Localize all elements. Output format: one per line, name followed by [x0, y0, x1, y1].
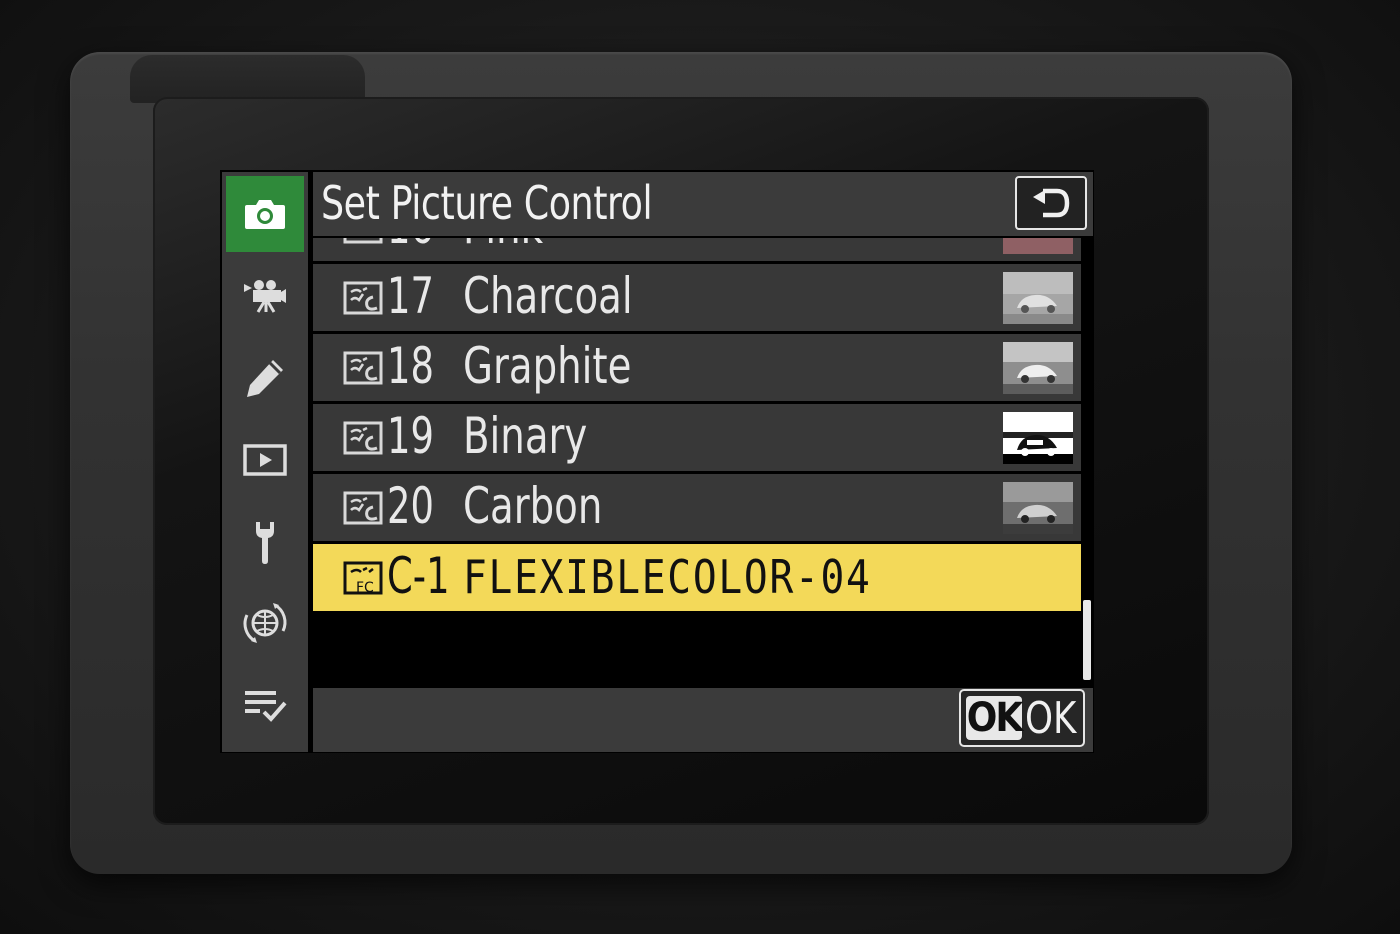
tab-movie-recording[interactable]	[222, 256, 308, 336]
tab-playback[interactable]	[222, 420, 308, 500]
title-bar: Set Picture Control	[313, 172, 1093, 236]
preview-thumbnail	[1003, 482, 1073, 534]
tab-setup[interactable]	[222, 502, 308, 582]
tab-photo-shooting[interactable]	[226, 176, 304, 252]
camera-icon	[245, 200, 285, 229]
pencil-icon	[247, 360, 283, 397]
item-number: 19	[387, 407, 434, 465]
item-number: C-1	[387, 547, 450, 605]
picture-control-list: 16 Pink 17 Charcoal 18 Graph	[313, 238, 1081, 686]
list-item[interactable]: 18 Graphite	[313, 334, 1081, 404]
menu-sidebar	[222, 172, 308, 752]
ok-key-icon: OK	[966, 695, 1023, 741]
my-menu-icon	[245, 691, 287, 722]
creative-picture-control-icon	[343, 238, 383, 244]
list-item[interactable]: 16 Pink	[313, 238, 1081, 264]
tab-network[interactable]	[222, 584, 308, 664]
list-item[interactable]: 17 Charcoal	[313, 264, 1081, 334]
item-name: Charcoal	[463, 267, 633, 325]
tab-custom-settings[interactable]	[222, 338, 308, 418]
back-arrow-icon	[1033, 188, 1070, 218]
wrench-icon	[256, 522, 274, 564]
tab-my-menu[interactable]	[222, 666, 308, 746]
ok-button[interactable]: OK OK	[959, 689, 1085, 747]
creative-picture-control-icon	[343, 281, 383, 315]
item-name: FLEXIBLECOLOR-04	[463, 550, 872, 604]
list-item-selected[interactable]: FC C-1 FLEXIBLECOLOR-04	[313, 544, 1081, 614]
item-name: Carbon	[463, 477, 603, 535]
scrollbar[interactable]	[1083, 600, 1091, 680]
preview-thumbnail	[1003, 272, 1073, 324]
network-icon	[243, 603, 287, 643]
back-button[interactable]	[1015, 176, 1087, 230]
list-item[interactable]: 19 Binary	[313, 404, 1081, 474]
item-name: Pink	[463, 238, 543, 255]
flexible-color-icon: FC	[343, 561, 383, 596]
item-number: 17	[387, 267, 434, 325]
creative-picture-control-icon	[343, 421, 383, 455]
item-name: Graphite	[463, 337, 632, 395]
svg-text:FC: FC	[356, 580, 374, 596]
list-item[interactable]: 20 Carbon	[313, 474, 1081, 544]
item-number: 20	[387, 477, 434, 535]
preview-thumbnail	[1003, 412, 1073, 464]
eye-sensor-housing	[130, 55, 365, 103]
preview-thumbnail	[1003, 238, 1073, 254]
item-number: 16	[387, 238, 434, 255]
item-number: 18	[387, 337, 434, 395]
creative-picture-control-icon	[343, 491, 383, 525]
movie-camera-icon	[244, 280, 286, 313]
playback-icon	[243, 444, 287, 476]
preview-thumbnail	[1003, 342, 1073, 394]
page-title: Set Picture Control	[321, 176, 653, 230]
creative-picture-control-icon	[343, 351, 383, 385]
ok-label: OK	[1025, 693, 1077, 744]
footer-bar: OK OK	[313, 688, 1093, 752]
item-name: Binary	[463, 407, 588, 465]
